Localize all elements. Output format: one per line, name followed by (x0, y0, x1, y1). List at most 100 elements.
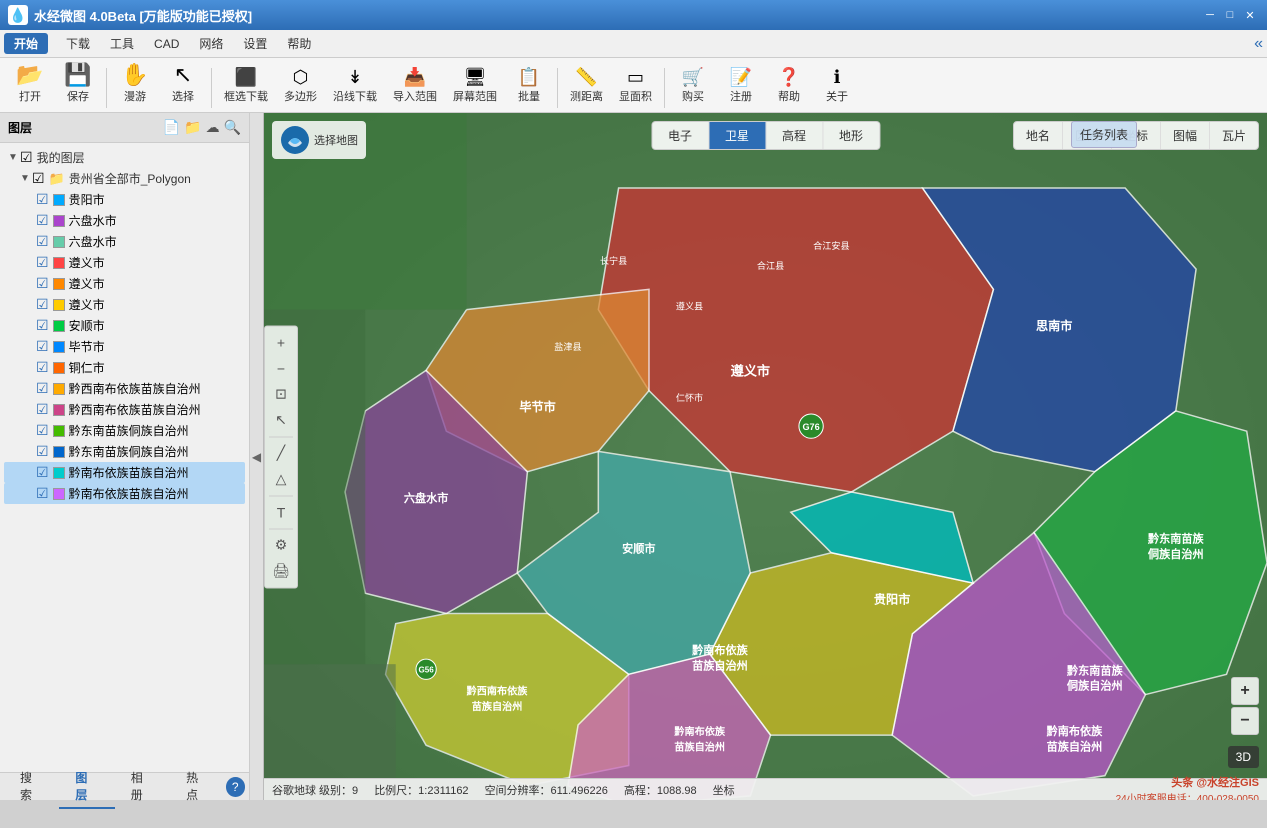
svg-text:遵义市: 遵义市 (731, 362, 770, 378)
tool-batch[interactable]: 📋 批量 (507, 64, 551, 108)
text-icon[interactable]: T (269, 500, 293, 524)
map-area[interactable]: 遵义市 思南市 黔东南苗族 侗族自治州 贵阳市 黔东南苗族 侗族自治州 黔南布依… (264, 113, 1267, 800)
watermark-bottom: 24小时客服电话：400-028-0050 (1116, 790, 1259, 800)
tab-photos[interactable]: 相册 (115, 765, 170, 809)
map-tab-satellite[interactable]: 卫星 (709, 122, 766, 149)
list-item[interactable]: ☑ 六盘水市 (4, 231, 245, 252)
cursor-icon[interactable]: ↖ (269, 408, 293, 432)
svg-text:黔西南布依族: 黔西南布依族 (467, 685, 529, 698)
print-icon[interactable]: 🖨 (269, 559, 293, 583)
list-item[interactable]: ☑ 遵义市 (4, 273, 245, 294)
map-rtab-placename[interactable]: 地名 (1014, 122, 1063, 149)
svg-text:苗族自治州: 苗族自治州 (674, 740, 725, 753)
tab-hotspot[interactable]: 热点 (170, 765, 225, 809)
menu-tools[interactable]: 工具 (100, 31, 144, 56)
collapse-button[interactable]: « (1254, 35, 1263, 53)
list-item[interactable]: ☑ 黔西南布依族苗族自治州 (4, 378, 245, 399)
main-content: 图层 📄 📁 ☁ 🔍 ▼ ☑ 我的图层 ▼ ☑ 📁 贵州省全部市_Polygon (0, 113, 1267, 800)
tool-about[interactable]: ℹ 关于 (815, 64, 859, 108)
menu-cad[interactable]: CAD (144, 33, 189, 55)
tool-open[interactable]: 📂 打开 (8, 60, 52, 108)
tab-layers[interactable]: 图层 (59, 765, 114, 809)
tool-box-download-label: 框选下载 (224, 88, 268, 104)
svg-text:黔东南苗族: 黔东南苗族 (1067, 663, 1124, 677)
zoom-in-icon[interactable]: + (269, 330, 293, 354)
zoom-in-button[interactable]: + (1231, 677, 1259, 705)
tool-batch-label: 批量 (518, 88, 540, 104)
map-rtab-mapsheet[interactable]: 图幅 (1161, 122, 1210, 149)
zoom-out-button[interactable]: − (1231, 707, 1259, 735)
svg-text:黔南布依族: 黔南布依族 (1047, 724, 1104, 738)
layer-tree: ▼ ☑ 我的图层 ▼ ☑ 📁 贵州省全部市_Polygon ☑ 贵阳市 ☑ 六盘… (0, 143, 249, 772)
minimize-button[interactable]: ─ (1201, 6, 1219, 24)
tool-help[interactable]: ❓ 帮助 (767, 64, 811, 108)
app-icon: 💧 (8, 5, 28, 25)
layer-item-name: 黔东南苗族侗族自治州 (69, 443, 189, 460)
tree-root[interactable]: ▼ ☑ 我的图层 (4, 147, 245, 168)
map-rtab-tile[interactable]: 瓦片 (1210, 122, 1258, 149)
folder-name: 贵州省全部市_Polygon (69, 170, 191, 187)
tool-polygon[interactable]: ⬡ 多边形 (278, 64, 323, 108)
list-item[interactable]: ☑ 安顺市 (4, 315, 245, 336)
task-list-panel[interactable]: 任务列表 (1071, 121, 1137, 148)
list-item[interactable]: ☑ 遵义市 (4, 294, 245, 315)
tree-folder[interactable]: ▼ ☑ 📁 贵州省全部市_Polygon (4, 168, 245, 189)
menu-download[interactable]: 下载 (56, 31, 100, 56)
tool-save[interactable]: 💾 保存 (56, 60, 100, 108)
layer-color-indicator (53, 467, 65, 479)
3d-button[interactable]: 3D (1228, 746, 1259, 768)
list-item[interactable]: ☑ 六盘水市 (4, 210, 245, 231)
tool-box-download[interactable]: ⬛ 框选下载 (218, 64, 274, 108)
menu-bar: 开始 下载 工具 CAD 网络 设置 帮助 « (0, 30, 1267, 58)
list-item[interactable]: ☑ 铜仁市 (4, 357, 245, 378)
list-item[interactable]: ☑ 贵阳市 (4, 189, 245, 210)
bottom-tabs: 搜索 图层 相册 热点 ? (0, 772, 249, 800)
map-svg: 遵义市 思南市 黔东南苗族 侗族自治州 贵阳市 黔东南苗族 侗族自治州 黔南布依… (264, 113, 1267, 800)
zoom-out-icon[interactable]: − (269, 356, 293, 380)
tool-buy[interactable]: 🛒 购买 (671, 64, 715, 108)
tool-import-range[interactable]: 📥 导入范围 (387, 64, 443, 108)
tool-select[interactable]: ↖ 选择 (161, 60, 205, 108)
close-button[interactable]: ✕ (1241, 6, 1259, 24)
map-tab-elevation[interactable]: 高程 (766, 122, 823, 149)
full-extent-icon[interactable]: ⊡ (269, 382, 293, 406)
list-item[interactable]: ☑ 黔东南苗族侗族自治州 (4, 441, 245, 462)
list-item[interactable]: ☑ 黔南布依族苗族自治州 (4, 462, 245, 483)
root-layer-name: 我的图层 (37, 149, 85, 166)
tool-line-download[interactable]: ↡ 沿线下载 (327, 64, 383, 108)
add-folder-icon[interactable]: 📁 (184, 119, 201, 136)
collapse-arrow-icon: ◀ (252, 450, 261, 464)
layer-color-indicator (53, 236, 65, 248)
polygon-draw-icon[interactable]: △ (269, 467, 293, 491)
layer-color-indicator (53, 404, 65, 416)
menu-help[interactable]: 帮助 (277, 31, 321, 56)
cloud-icon[interactable]: ☁ (206, 119, 220, 136)
map-tab-terrain[interactable]: 地形 (823, 122, 879, 149)
start-menu-button[interactable]: 开始 (4, 33, 48, 54)
tool-measure-distance[interactable]: 📏 测距离 (564, 64, 609, 108)
settings-icon[interactable]: ⚙ (269, 533, 293, 557)
tool-measure-area[interactable]: ▭ 显面积 (613, 64, 658, 108)
panel-collapse-handle[interactable]: ◀ (250, 113, 264, 800)
menu-settings[interactable]: 设置 (233, 31, 277, 56)
list-item[interactable]: ☑ 黔南布依族苗族自治州 (4, 483, 245, 504)
list-item[interactable]: ☑ 遵义市 (4, 252, 245, 273)
tool-register[interactable]: 📝 注册 (719, 64, 763, 108)
tool-screen-range[interactable]: 🖥 屏幕范围 (447, 64, 503, 108)
layer-color-indicator (53, 215, 65, 227)
tool-pan[interactable]: ✋ 漫游 (113, 60, 157, 108)
maximize-button[interactable]: □ (1221, 6, 1239, 24)
line-icon[interactable]: ╱ (269, 441, 293, 465)
tool-register-label: 注册 (730, 88, 752, 104)
map-side-toolbar: + − ⊡ ↖ ╱ △ T ⚙ 🖨 (264, 325, 298, 588)
map-tab-electronic[interactable]: 电子 (652, 122, 709, 149)
list-item[interactable]: ☑ 黔西南布依族苗族自治州 (4, 399, 245, 420)
new-layer-icon[interactable]: 📄 (163, 119, 180, 136)
menu-network[interactable]: 网络 (189, 31, 233, 56)
list-item[interactable]: ☑ 黔东南苗族侗族自治州 (4, 420, 245, 441)
help-button[interactable]: ? (226, 777, 245, 797)
open-icon: 📂 (16, 64, 43, 86)
list-item[interactable]: ☑ 毕节市 (4, 336, 245, 357)
search-panel-icon[interactable]: 🔍 (224, 119, 241, 136)
tab-search[interactable]: 搜索 (4, 765, 59, 809)
